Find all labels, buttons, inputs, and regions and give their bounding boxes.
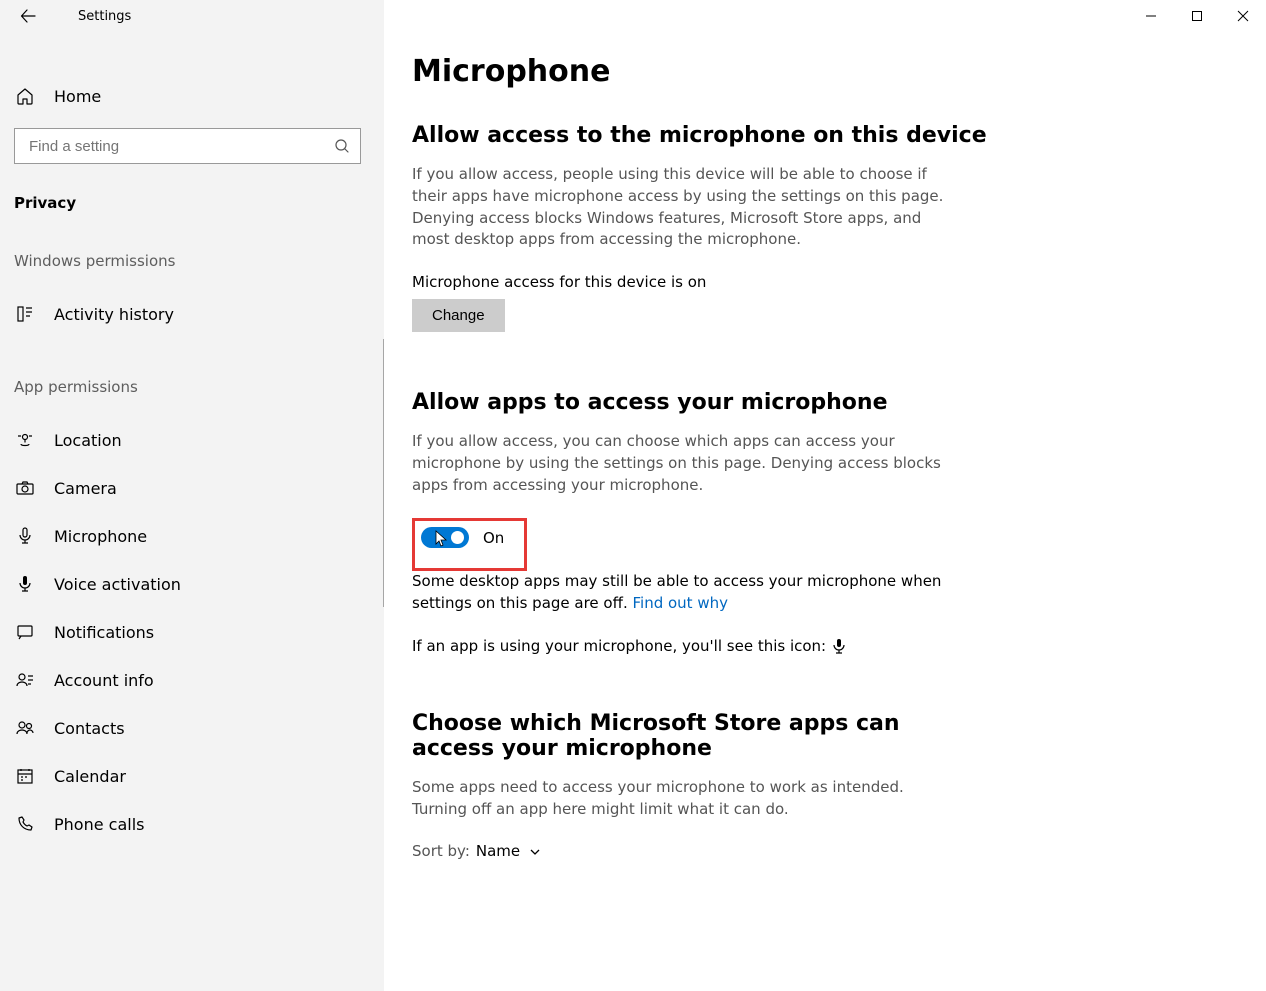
- location-icon: [14, 430, 36, 450]
- section-heading: Allow access to the microphone on this d…: [412, 123, 1026, 148]
- sidebar-item-phone-calls[interactable]: Phone calls: [0, 800, 384, 848]
- sidebar-item-label: Notifications: [54, 623, 154, 642]
- desktop-apps-note: Some desktop apps may still be able to a…: [412, 571, 952, 615]
- titlebar: Settings: [0, 0, 384, 32]
- home-icon: [14, 86, 36, 106]
- sort-value: Name: [476, 842, 520, 860]
- sidebar-item-location[interactable]: Location: [0, 416, 384, 464]
- highlight-box: On: [412, 518, 527, 571]
- sidebar-item-label: Camera: [54, 479, 117, 498]
- icon-indicator-row: If an app is using your microphone, you'…: [412, 637, 1026, 655]
- sidebar-item-notifications[interactable]: Notifications: [0, 608, 384, 656]
- cursor-icon: [435, 530, 449, 548]
- sidebar-item-activity-history[interactable]: Activity history: [0, 290, 384, 338]
- calendar-icon: [14, 766, 36, 786]
- toggle-knob: [451, 531, 464, 544]
- sidebar-item-label: Account info: [54, 671, 154, 690]
- sidebar-item-label: Home: [54, 87, 101, 106]
- chevron-down-icon: [529, 846, 541, 858]
- group-label-windows: Windows permissions: [0, 212, 384, 290]
- section-app-access: Allow apps to access your microphone If …: [412, 390, 1026, 655]
- maximize-button[interactable]: [1174, 0, 1220, 32]
- section-desc: If you allow access, you can choose whic…: [412, 431, 952, 496]
- sidebar-item-label: Contacts: [54, 719, 125, 738]
- sort-dropdown[interactable]: Name: [476, 842, 541, 860]
- microphone-indicator-icon: [832, 638, 846, 654]
- section-heading: Choose which Microsoft Store apps can ac…: [412, 711, 932, 761]
- sidebar-item-camera[interactable]: Camera: [0, 464, 384, 512]
- back-button[interactable]: [10, 0, 46, 32]
- sidebar-item-label: Activity history: [54, 305, 174, 324]
- search-box[interactable]: [14, 128, 361, 164]
- find-out-why-link[interactable]: Find out why: [632, 594, 728, 612]
- contacts-icon: [14, 718, 36, 738]
- search-icon: [334, 138, 350, 154]
- notifications-icon: [14, 622, 36, 642]
- page-title: Microphone: [412, 54, 1026, 89]
- sidebar-item-voice-activation[interactable]: Voice activation: [0, 560, 384, 608]
- sidebar-item-account-info[interactable]: Account info: [0, 656, 384, 704]
- window-controls: [1128, 0, 1266, 32]
- device-access-status: Microphone access for this device is on: [412, 273, 1026, 291]
- section-device-access: Allow access to the microphone on this d…: [412, 123, 1026, 332]
- sidebar-item-label: Microphone: [54, 527, 147, 546]
- microphone-icon: [14, 526, 36, 546]
- sidebar-item-calendar[interactable]: Calendar: [0, 752, 384, 800]
- app-access-toggle[interactable]: [421, 527, 469, 548]
- search-wrap: [0, 118, 384, 164]
- main-panel: Microphone Allow access to the microphon…: [384, 0, 1266, 991]
- section-store-apps: Choose which Microsoft Store apps can ac…: [412, 711, 1026, 861]
- section-desc: Some apps need to access your microphone…: [412, 777, 952, 821]
- sidebar-item-label: Phone calls: [54, 815, 144, 834]
- voice-activation-icon: [14, 574, 36, 594]
- phone-calls-icon: [14, 814, 36, 834]
- app-title: Settings: [78, 9, 131, 24]
- change-button[interactable]: Change: [412, 299, 505, 332]
- minimize-icon: [1145, 10, 1157, 22]
- sidebar-item-microphone[interactable]: Microphone: [0, 512, 384, 560]
- section-heading: Allow apps to access your microphone: [412, 390, 1026, 415]
- close-button[interactable]: [1220, 0, 1266, 32]
- group-label-app: App permissions: [0, 338, 384, 416]
- sidebar-item-contacts[interactable]: Contacts: [0, 704, 384, 752]
- sidebar-item-label: Voice activation: [54, 575, 181, 594]
- toggle-state-label: On: [483, 529, 504, 547]
- toggle-wrap: On: [415, 521, 512, 554]
- account-info-icon: [14, 670, 36, 690]
- arrow-left-icon: [20, 8, 36, 24]
- icon-note-text: If an app is using your microphone, you'…: [412, 637, 826, 655]
- camera-icon: [14, 478, 36, 498]
- sidebar-item-label: Location: [54, 431, 122, 450]
- maximize-icon: [1191, 10, 1203, 22]
- sidebar-item-label: Calendar: [54, 767, 126, 786]
- sort-row: Sort by: Name: [412, 842, 1026, 860]
- minimize-button[interactable]: [1128, 0, 1174, 32]
- sidebar-item-home[interactable]: Home: [0, 74, 384, 118]
- sidebar: Settings Home Privacy Windows permission…: [0, 0, 384, 991]
- section-title: Privacy: [0, 164, 384, 212]
- sort-label: Sort by:: [412, 842, 470, 860]
- section-desc: If you allow access, people using this d…: [412, 164, 952, 251]
- activity-history-icon: [14, 304, 36, 324]
- search-input[interactable]: [29, 138, 334, 155]
- close-icon: [1237, 10, 1249, 22]
- content: Microphone Allow access to the microphon…: [384, 0, 1054, 860]
